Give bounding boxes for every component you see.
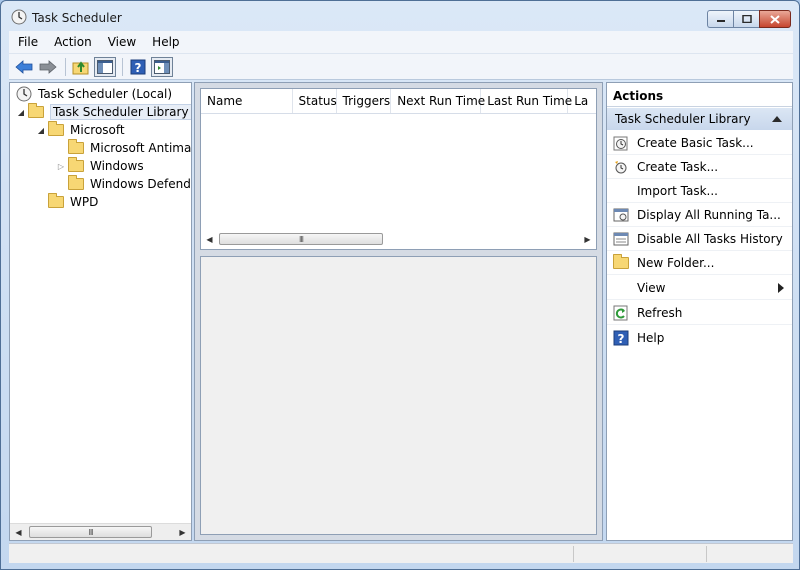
- column-last-run-time[interactable]: Last Run Time: [481, 89, 572, 113]
- menu-help[interactable]: Help: [143, 31, 186, 53]
- tree-item-wpd[interactable]: WPD: [36, 193, 98, 211]
- action-refresh[interactable]: Refresh: [607, 301, 792, 325]
- scroll-right-icon[interactable]: ▶: [174, 524, 191, 540]
- tree-item-microsoft[interactable]: ◢ Microsoft: [36, 121, 125, 139]
- folder-icon: [68, 139, 86, 156]
- action-new-folder[interactable]: New Folder...: [607, 251, 792, 275]
- collapse-up-icon[interactable]: [772, 116, 782, 122]
- folder-icon: [68, 175, 86, 192]
- menu-view[interactable]: View: [99, 31, 143, 53]
- window-title: Task Scheduler: [32, 11, 122, 25]
- title-bar[interactable]: Task Scheduler: [1, 1, 799, 31]
- folder-icon: [48, 121, 66, 138]
- menu-file[interactable]: File: [9, 31, 45, 53]
- help-toolbar-button[interactable]: ?: [127, 57, 149, 77]
- status-segment: [573, 546, 574, 562]
- task-scheduler-window: Task Scheduler File Action View Help ? T…: [0, 0, 800, 570]
- clock-icon: [16, 86, 34, 102]
- action-view[interactable]: View: [607, 276, 792, 300]
- expanded-arrow-icon[interactable]: ◢: [36, 126, 46, 135]
- actions-title: Actions: [607, 83, 792, 107]
- scroll-thumb[interactable]: III: [219, 233, 383, 245]
- scroll-left-icon[interactable]: ◀: [10, 524, 27, 540]
- maximize-button[interactable]: [733, 10, 759, 28]
- toolbar: ?: [9, 53, 793, 80]
- list-horizontal-scrollbar[interactable]: ◀ III ▶: [201, 231, 596, 248]
- tree-item-antimalware[interactable]: Microsoft Antimalware: [56, 139, 191, 157]
- minimize-button[interactable]: [707, 10, 733, 28]
- create-basic-task-icon: [613, 135, 629, 151]
- action-create-basic-task[interactable]: Create Basic Task...: [607, 131, 792, 155]
- back-button[interactable]: [13, 57, 35, 77]
- show-hide-console-tree-icon: [97, 59, 113, 74]
- menu-action[interactable]: Action: [45, 31, 99, 53]
- maximize-icon: [741, 15, 752, 23]
- tree-item-defender[interactable]: Windows Defender: [56, 175, 191, 193]
- tree-item-library[interactable]: ◢ Task Scheduler Library: [16, 103, 191, 121]
- up-folder-icon: [72, 60, 89, 74]
- task-list[interactable]: Name Status Triggers Next Run Time Last …: [200, 88, 597, 250]
- refresh-icon: [613, 305, 629, 321]
- scheduler-folder-icon: [28, 103, 46, 120]
- collapsed-arrow-icon[interactable]: ▷: [56, 162, 66, 171]
- action-create-task[interactable]: Create Task...: [607, 155, 792, 179]
- menu-bar: File Action View Help: [9, 31, 793, 53]
- column-status[interactable]: Status: [293, 89, 337, 113]
- column-triggers[interactable]: Triggers: [337, 89, 392, 113]
- create-task-icon: [613, 159, 629, 175]
- scroll-left-icon[interactable]: ◀: [201, 231, 218, 247]
- back-arrow-icon: [15, 59, 33, 74]
- action-disable-tasks-history[interactable]: Disable All Tasks History: [607, 227, 792, 251]
- submenu-arrow-icon: [778, 283, 784, 293]
- actions-section-header[interactable]: Task Scheduler Library: [607, 108, 792, 130]
- task-detail-pane: [200, 256, 597, 535]
- expanded-arrow-icon[interactable]: ◢: [16, 108, 26, 117]
- close-icon: [770, 14, 780, 24]
- minimize-icon: [716, 20, 725, 22]
- forward-arrow-icon: [39, 59, 57, 74]
- help-icon: ?: [613, 330, 629, 346]
- tree-item-windows[interactable]: ▷ Windows: [56, 157, 144, 175]
- column-name[interactable]: Name: [201, 89, 293, 113]
- up-one-level-button[interactable]: [70, 57, 92, 77]
- tasks-history-icon: [613, 231, 629, 247]
- show-hide-action-pane-button[interactable]: [151, 56, 173, 77]
- help-icon: ?: [130, 59, 146, 75]
- column-next-run-time[interactable]: Next Run Time: [391, 89, 485, 113]
- clock-icon: [11, 9, 27, 25]
- folder-icon: [68, 157, 86, 174]
- svg-text:?: ?: [135, 61, 142, 75]
- tree-item-root[interactable]: Task Scheduler (Local): [14, 85, 172, 103]
- show-hide-console-tree-button[interactable]: [94, 56, 116, 77]
- column-last-run-result[interactable]: La: [568, 89, 596, 113]
- toolbar-separator: [122, 57, 123, 76]
- action-help[interactable]: ? Help: [607, 326, 792, 350]
- action-import-task[interactable]: Import Task...: [607, 179, 792, 203]
- svg-text:?: ?: [618, 332, 625, 346]
- toolbar-separator: [65, 57, 66, 76]
- actions-pane: Actions Task Scheduler Library Create Ba…: [606, 82, 793, 541]
- close-button[interactable]: [759, 10, 791, 28]
- show-hide-action-pane-icon: [154, 59, 170, 74]
- status-segment: [706, 546, 707, 562]
- task-list-header: Name Status Triggers Next Run Time Last …: [201, 89, 596, 114]
- action-display-running-tasks[interactable]: Display All Running Ta...: [607, 203, 792, 227]
- scroll-right-icon[interactable]: ▶: [579, 231, 596, 247]
- running-tasks-icon: [613, 207, 629, 223]
- status-bar: [9, 543, 793, 563]
- console-tree[interactable]: Task Scheduler (Local) ◢ Task Scheduler …: [9, 82, 192, 541]
- scroll-thumb[interactable]: III: [29, 526, 152, 538]
- new-folder-icon: [613, 253, 629, 271]
- tree-horizontal-scrollbar[interactable]: ◀ III ▶: [10, 523, 191, 540]
- forward-button[interactable]: [37, 57, 59, 77]
- folder-icon: [48, 193, 66, 210]
